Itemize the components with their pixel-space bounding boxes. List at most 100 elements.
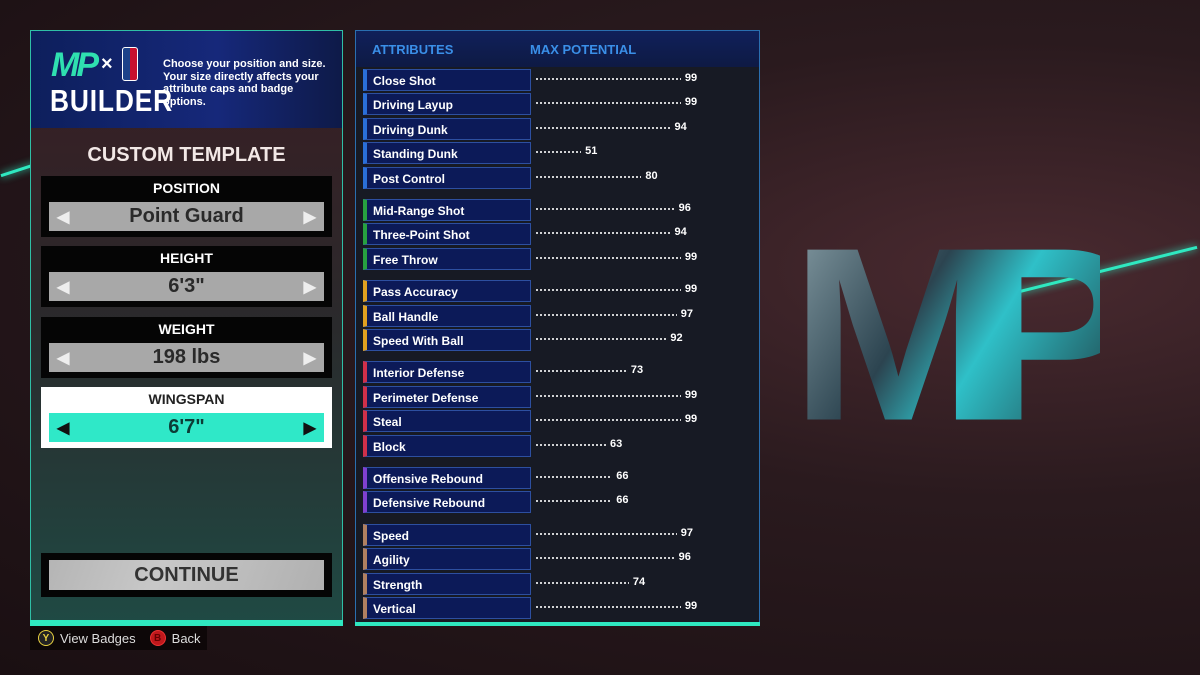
attribute-value: 99: [684, 96, 698, 109]
attribute-row[interactable]: Interior Defense 73: [363, 361, 753, 384]
attribute-value: 63: [610, 437, 623, 450]
attribute-row[interactable]: Perimeter Defense 99: [363, 385, 753, 408]
arrow-left-icon[interactable]: ◀: [57, 207, 69, 227]
potential-dots: [535, 313, 677, 316]
attribute-row[interactable]: Post Control 80: [363, 166, 753, 189]
attribute-row[interactable]: Free Throw 99: [363, 247, 753, 270]
mp-logo-small: MP: [51, 46, 99, 84]
attribute-value: 73: [630, 364, 644, 377]
selector-value[interactable]: ◀ 6'3" ▶: [49, 272, 324, 301]
attribute-row[interactable]: Pass Accuracy 99: [363, 280, 753, 303]
builder-panel: MP × BUILDER Choose your position and si…: [30, 30, 343, 626]
selector-value-text: Point Guard: [129, 205, 244, 227]
attribute-name: Speed: [363, 523, 531, 546]
attributes-column-header: ATTRIBUTES: [372, 41, 454, 57]
attribute-name: Mid-Range Shot: [363, 199, 531, 221]
arrow-left-icon[interactable]: ◀: [57, 277, 69, 297]
attribute-name: Free Throw: [363, 247, 531, 270]
potential-dots: [535, 78, 681, 80]
attribute-value: 94: [674, 120, 687, 133]
attribute-row[interactable]: Three-Point Shot 94: [363, 223, 753, 246]
template-title: CUSTOM TEMPLATE: [87, 144, 286, 166]
selector-height[interactable]: HEIGHT ◀ 6'3" ▶: [41, 246, 332, 307]
attribute-row[interactable]: Driving Layup 99: [363, 93, 753, 116]
selector-label: POSITION: [153, 180, 220, 196]
attribute-value: 99: [684, 388, 698, 401]
attribute-value: 66: [616, 494, 629, 507]
selector-position[interactable]: POSITION ◀ Point Guard ▶: [41, 176, 332, 237]
back-hint[interactable]: Back: [172, 631, 201, 646]
potential-dots: [535, 175, 642, 178]
selector-value[interactable]: ◀ 6'7" ▶: [49, 413, 324, 442]
potential-dots: [535, 289, 681, 292]
continue-button[interactable]: CONTINUE: [41, 553, 332, 597]
potential-dots: [535, 532, 677, 535]
selector-label: WEIGHT: [158, 321, 215, 337]
continue-label: CONTINUE: [49, 560, 324, 590]
selector-weight[interactable]: WEIGHT ◀ 198 lbs ▶: [41, 317, 332, 378]
nba-logo: [122, 47, 138, 81]
arrow-right-icon[interactable]: ▶: [304, 348, 316, 368]
potential-dots: [535, 370, 627, 373]
attribute-value: 97: [680, 526, 693, 539]
attributes-header: ATTRIBUTES MAX POTENTIAL: [356, 31, 759, 67]
selector-label: WINGSPAN: [148, 391, 225, 407]
arrow-left-icon[interactable]: ◀: [57, 418, 69, 438]
logo-x: ×: [101, 53, 113, 75]
attribute-row[interactable]: Speed 97: [363, 523, 753, 546]
attribute-row[interactable]: Strength 74: [363, 572, 753, 595]
builder-title: BUILDER: [50, 83, 174, 118]
attribute-row[interactable]: Standing Dunk 51: [363, 142, 753, 165]
arrow-right-icon[interactable]: ▶: [304, 277, 316, 297]
potential-dots: [535, 338, 667, 340]
attribute-row[interactable]: Mid-Range Shot 96: [363, 199, 753, 221]
attribute-value: 96: [678, 202, 691, 214]
attribute-value: 99: [684, 413, 698, 426]
attribute-row[interactable]: Block 63: [363, 434, 753, 457]
builder-description: Choose your position and size. Your size…: [163, 58, 326, 108]
attribute-name: Strength: [363, 572, 531, 595]
attribute-value: 96: [678, 551, 691, 564]
y-button-icon: Y: [38, 630, 54, 646]
attribute-name: Pass Accuracy: [363, 280, 531, 303]
selector-wingspan[interactable]: WINGSPAN ◀ 6'7" ▶: [41, 387, 332, 448]
attribute-value: 97: [680, 307, 693, 320]
attributes-panel: ATTRIBUTES MAX POTENTIAL Close Shot 99 Dr…: [355, 30, 760, 626]
attribute-value: 99: [684, 72, 698, 84]
attribute-row[interactable]: Defensive Rebound 66: [363, 491, 753, 514]
selector-value-text: 6'7": [168, 416, 205, 438]
attribute-name: Offensive Rebound: [363, 467, 531, 489]
attribute-value: 51: [585, 145, 598, 158]
builder-banner: MP × BUILDER Choose your position and si…: [31, 31, 342, 128]
mp-logo: MP: [790, 197, 1140, 473]
arrow-right-icon[interactable]: ▶: [304, 418, 316, 438]
attribute-name: Agility: [363, 548, 531, 571]
view-badges-hint[interactable]: View Badges: [60, 631, 136, 646]
arrow-left-icon[interactable]: ◀: [57, 348, 69, 368]
attribute-row[interactable]: Ball Handle 97: [363, 304, 753, 327]
selector-value[interactable]: ◀ Point Guard ▶: [49, 202, 324, 231]
potential-dots: [535, 256, 681, 259]
potential-dots: [535, 500, 613, 503]
selector-value-text: 6'3": [168, 275, 205, 297]
attribute-name: Ball Handle: [363, 304, 531, 327]
attribute-row[interactable]: Driving Dunk 94: [363, 117, 753, 140]
b-button-icon: B: [149, 630, 166, 646]
attribute-name: Driving Dunk: [363, 117, 531, 140]
attribute-row[interactable]: Vertical 99: [363, 597, 753, 619]
attribute-name: Vertical: [363, 597, 531, 619]
attribute-name: Post Control: [363, 166, 531, 189]
attribute-row[interactable]: Close Shot 99: [363, 69, 753, 91]
attribute-name: Defensive Rebound: [363, 491, 531, 514]
attribute-row[interactable]: Agility 96: [363, 548, 753, 571]
selector-value-text: 198 lbs: [152, 346, 221, 368]
attribute-name: Close Shot: [363, 69, 531, 91]
arrow-right-icon[interactable]: ▶: [304, 207, 316, 227]
attribute-row[interactable]: Speed With Ball 92: [363, 329, 753, 351]
button-hints: Y View Badges B Back: [30, 626, 207, 650]
attribute-row[interactable]: Steal 99: [363, 410, 753, 433]
attribute-value: 99: [684, 250, 698, 263]
attribute-name: Block: [363, 434, 531, 457]
attribute-row[interactable]: Offensive Rebound 66: [363, 467, 753, 489]
selector-value[interactable]: ◀ 198 lbs ▶: [49, 343, 324, 372]
